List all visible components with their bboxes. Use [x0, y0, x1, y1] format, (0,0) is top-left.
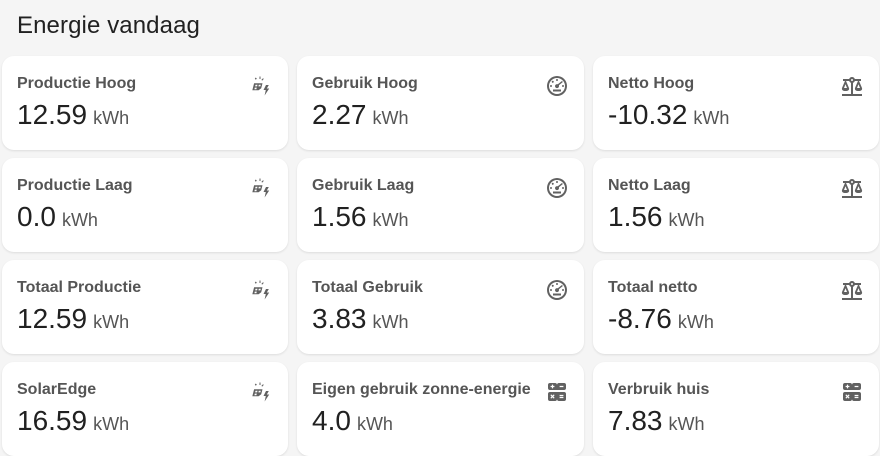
card-value: 12.59: [17, 303, 88, 334]
card-unit: kWh: [372, 312, 409, 332]
card-productie-hoog[interactable]: Productie Hoog 12.59 kWh: [2, 56, 288, 150]
card-name: Totaal netto: [608, 279, 698, 296]
scale-balance-icon: [840, 74, 864, 98]
card-value-row: 0.0 kWh: [17, 200, 98, 237]
card-name: Netto Laag: [608, 177, 691, 194]
card-name: SolarEdge: [17, 381, 97, 398]
solar-power-icon: [249, 278, 273, 302]
card-value-row: 3.83 kWh: [312, 302, 409, 339]
card-value: 0.0: [17, 201, 56, 232]
card-solaredge[interactable]: SolarEdge 16.59 kWh: [2, 362, 288, 456]
card-totaal-gebruik[interactable]: Totaal Gebruik 3.83 kWh: [297, 260, 584, 354]
card-value: 3.83: [312, 303, 367, 334]
card-value-row: 2.27 kWh: [312, 98, 409, 135]
card-unit: kWh: [61, 210, 98, 230]
scale-balance-icon: [840, 176, 864, 200]
section-title: Energie vandaag: [17, 12, 200, 39]
card-netto-hoog[interactable]: Netto Hoog -10.32 kWh: [593, 56, 879, 150]
solar-power-icon: [249, 380, 273, 404]
card-gebruik-laag[interactable]: Gebruik Laag 1.56 kWh: [297, 158, 584, 252]
scale-balance-icon: [840, 278, 864, 302]
card-name: Verbruik huis: [608, 381, 710, 398]
card-totaal-productie[interactable]: Totaal Productie 12.59 kWh: [2, 260, 288, 354]
card-value-row: -8.76 kWh: [608, 302, 714, 339]
solar-power-icon: [249, 176, 273, 200]
gauge-icon: [545, 278, 569, 302]
card-unit: kWh: [668, 414, 705, 434]
card-value: 2.27: [312, 99, 367, 130]
card-value: -8.76: [608, 303, 672, 334]
card-eigen-gebruik-zonne-energie[interactable]: Eigen gebruik zonne-energie 4.0 kWh: [297, 362, 584, 456]
card-name: Productie Hoog: [17, 75, 137, 92]
card-value: 1.56: [608, 201, 663, 232]
gauge-icon: [545, 74, 569, 98]
card-unit: kWh: [372, 210, 409, 230]
card-value: -10.32: [608, 99, 688, 130]
card-unit: kWh: [372, 108, 409, 128]
gauge-icon: [545, 176, 569, 200]
card-name: Productie Laag: [17, 177, 133, 194]
card-verbruik-huis[interactable]: Verbruik huis 7.83 kWh: [593, 362, 879, 456]
card-value: 16.59: [17, 405, 88, 436]
card-value: 12.59: [17, 99, 88, 130]
solar-power-icon: [249, 74, 273, 98]
card-value-row: 12.59 kWh: [17, 302, 129, 339]
calculator-icon: [545, 380, 569, 404]
card-name: Eigen gebruik zonne-energie: [312, 381, 531, 398]
card-gebruik-hoog[interactable]: Gebruik Hoog 2.27 kWh: [297, 56, 584, 150]
card-value-row: 1.56 kWh: [608, 200, 705, 237]
calculator-icon: [840, 380, 864, 404]
card-unit: kWh: [668, 210, 705, 230]
card-unit: kWh: [693, 108, 730, 128]
card-name: Totaal Gebruik: [312, 279, 423, 296]
card-value-row: 1.56 kWh: [312, 200, 409, 237]
card-value: 4.0: [312, 405, 351, 436]
card-name: Netto Hoog: [608, 75, 695, 92]
card-value-row: 16.59 kWh: [17, 404, 129, 441]
card-unit: kWh: [93, 108, 130, 128]
card-name: Gebruik Hoog: [312, 75, 418, 92]
card-totaal-netto[interactable]: Totaal netto -8.76 kWh: [593, 260, 879, 354]
card-unit: kWh: [677, 312, 714, 332]
card-unit: kWh: [356, 414, 393, 434]
card-value: 1.56: [312, 201, 367, 232]
card-value-row: 12.59 kWh: [17, 98, 129, 135]
card-unit: kWh: [93, 312, 130, 332]
energy-card-grid: Productie Hoog 12.59 kWh Gebruik Hoog 2.2…: [2, 56, 879, 456]
card-name: Totaal Productie: [17, 279, 142, 296]
card-value: 7.83: [608, 405, 663, 436]
card-productie-laag[interactable]: Productie Laag 0.0 kWh: [2, 158, 288, 252]
card-value-row: 7.83 kWh: [608, 404, 705, 441]
card-value-row: 4.0 kWh: [312, 404, 393, 441]
card-netto-laag[interactable]: Netto Laag 1.56 kWh: [593, 158, 879, 252]
card-name: Gebruik Laag: [312, 177, 415, 194]
card-unit: kWh: [93, 414, 130, 434]
card-value-row: -10.32 kWh: [608, 98, 729, 135]
